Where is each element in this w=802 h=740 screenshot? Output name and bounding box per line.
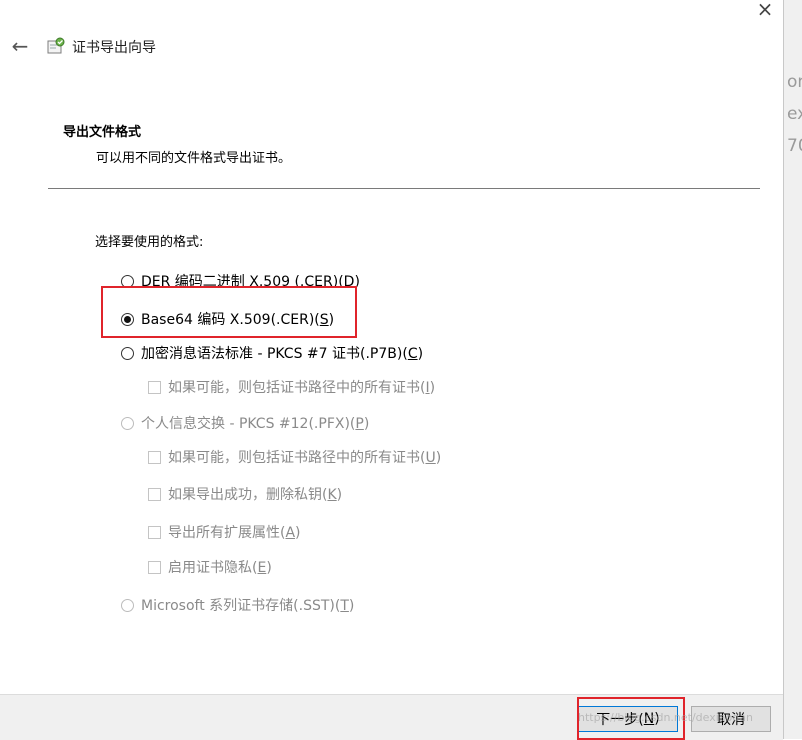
checkbox-enable-privacy[interactable]: 启用证书隐私(E): [148, 557, 272, 577]
radio-sst-circle[interactable]: [121, 598, 134, 612]
checkbox-export-extended-properties-label: 导出所有扩展属性(A): [168, 525, 301, 541]
certificate-icon: [47, 37, 65, 54]
checkbox-include-all-pkcs7[interactable]: 如果可能，则包括证书路径中的所有证书(I): [148, 377, 435, 397]
checkbox-delete-private-key-label: 如果导出成功，删除私钥(K): [168, 487, 343, 503]
background-window-edge: on ex 70: [783, 0, 802, 739]
radio-base64-label: Base64 编码 X.509(.CER)(S): [141, 312, 335, 328]
checkbox-delete-private-key[interactable]: 如果导出成功，删除私钥(K): [148, 484, 342, 504]
radio-pkcs7[interactable]: 加密消息语法标准 - PKCS #7 证书(.P7B)(C): [121, 343, 423, 363]
radio-sst-label: Microsoft 系列证书存储(.SST)(T): [141, 598, 355, 614]
section-description: 可以用不同的文件格式导出证书。: [96, 151, 292, 166]
radio-pkcs7-label: 加密消息语法标准 - PKCS #7 证书(.P7B)(C): [141, 346, 424, 362]
radio-sst[interactable]: Microsoft 系列证书存储(.SST)(T): [121, 595, 354, 615]
radio-pfx-label: 个人信息交换 - PKCS #12(.PFX)(P): [141, 416, 370, 432]
back-arrow-icon[interactable]: ←: [8, 34, 32, 58]
checkbox-export-extended-properties-box[interactable]: [148, 525, 161, 539]
checkbox-include-all-pkcs7-label: 如果可能，则包括证书路径中的所有证书(I): [168, 380, 436, 396]
radio-base64[interactable]: Base64 编码 X.509(.CER)(S): [121, 309, 334, 329]
background-text-3: 70: [787, 136, 802, 156]
close-icon[interactable]: ×: [750, 0, 780, 22]
choose-format-label: 选择要使用的格式:: [95, 235, 204, 250]
radio-der-label: DER 编码二进制 X.509 (.CER)(D): [141, 274, 360, 290]
watermark-text: https://blog.csdn.net/dexiaodan: [578, 711, 753, 724]
radio-der[interactable]: DER 编码二进制 X.509 (.CER)(D): [121, 271, 360, 291]
background-text-2: ex: [787, 104, 802, 124]
checkbox-export-extended-properties[interactable]: 导出所有扩展属性(A): [148, 522, 301, 542]
header-divider: [48, 188, 760, 189]
wizard-title: 证书导出向导: [72, 40, 156, 56]
background-text-1: on: [787, 72, 802, 92]
radio-der-circle[interactable]: [121, 274, 134, 288]
checkbox-delete-private-key-box[interactable]: [148, 487, 161, 501]
certificate-export-wizard: × ← 证书导出向导 导出文件格式 可以用不同的文件格式导出证书。 选择要使用的…: [0, 0, 783, 740]
section-title: 导出文件格式: [63, 125, 142, 140]
radio-pkcs7-circle[interactable]: [121, 346, 134, 360]
checkbox-include-all-pfx-box[interactable]: [148, 450, 161, 464]
checkbox-enable-privacy-label: 启用证书隐私(E): [168, 560, 272, 576]
radio-base64-circle[interactable]: [121, 312, 134, 326]
checkbox-include-all-pkcs7-box[interactable]: [148, 380, 161, 394]
checkbox-include-all-pfx[interactable]: 如果可能，则包括证书路径中的所有证书(U): [148, 447, 441, 467]
radio-pfx[interactable]: 个人信息交换 - PKCS #12(.PFX)(P): [121, 413, 369, 433]
checkbox-include-all-pfx-label: 如果可能，则包括证书路径中的所有证书(U): [168, 450, 442, 466]
checkbox-enable-privacy-box[interactable]: [148, 560, 161, 574]
radio-pfx-circle[interactable]: [121, 416, 134, 430]
